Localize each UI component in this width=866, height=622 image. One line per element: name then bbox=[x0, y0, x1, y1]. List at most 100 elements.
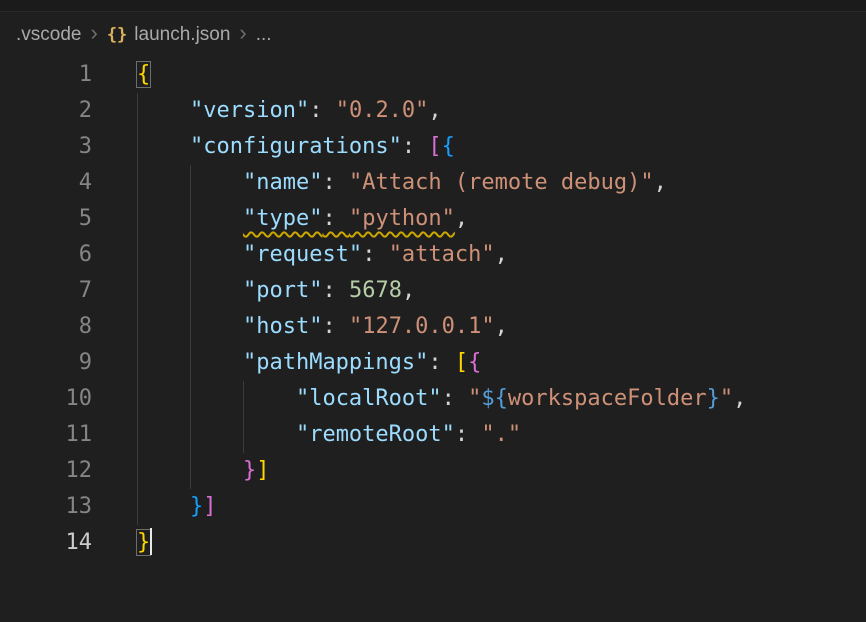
code-token: , bbox=[654, 170, 667, 195]
code-editor[interactable]: 1{2 "version": "0.2.0",3 "configurations… bbox=[0, 57, 866, 622]
breadcrumb-symbol[interactable]: ... bbox=[256, 24, 272, 46]
code-token: } bbox=[707, 386, 720, 411]
vscode-editor-window: .vscode › {} launch.json › ... 1{2 "vers… bbox=[0, 0, 866, 622]
code-token: "Attach (remote debug)" bbox=[349, 170, 654, 195]
line-number[interactable]: 8 bbox=[0, 309, 92, 345]
code-token: "attach" bbox=[389, 242, 495, 267]
line-number[interactable]: 13 bbox=[0, 489, 92, 525]
indent-guide bbox=[190, 165, 191, 201]
code-token: , bbox=[455, 206, 468, 231]
indent-guide bbox=[190, 453, 191, 489]
indent-guide bbox=[190, 309, 191, 345]
indent-guide bbox=[137, 345, 138, 381]
indent-guide bbox=[137, 165, 138, 201]
indent-guide bbox=[137, 129, 138, 165]
code-token: : bbox=[428, 350, 455, 375]
line-number[interactable]: 1 bbox=[0, 57, 92, 93]
code-token: 5678 bbox=[349, 278, 402, 303]
code-line-11[interactable]: 11 "remoteRoot": "." bbox=[0, 417, 866, 453]
code-line-10[interactable]: 10 "localRoot": "${workspaceFolder}", bbox=[0, 381, 866, 417]
code-token: : bbox=[322, 314, 349, 339]
code-token: "127.0.0.1" bbox=[349, 314, 495, 339]
code-line-4[interactable]: 4 "name": "Attach (remote debug)", bbox=[0, 165, 866, 201]
code-line-content[interactable]: "version": "0.2.0", bbox=[137, 93, 442, 129]
code-token bbox=[137, 134, 190, 159]
code-token: ${ bbox=[481, 386, 508, 411]
code-line-content[interactable]: } bbox=[137, 525, 152, 561]
code-line-content[interactable]: }] bbox=[137, 489, 216, 525]
line-number[interactable]: 4 bbox=[0, 165, 92, 201]
code-line-1[interactable]: 1{ bbox=[0, 57, 866, 93]
code-token: : bbox=[402, 134, 429, 159]
line-number[interactable]: 10 bbox=[0, 381, 92, 417]
line-number[interactable]: 6 bbox=[0, 237, 92, 273]
code-token: [ bbox=[455, 350, 468, 375]
chevron-right-icon: › bbox=[88, 22, 99, 48]
code-token: { bbox=[468, 350, 481, 375]
breadcrumb: .vscode › {} launch.json › ... bbox=[0, 12, 866, 57]
code-token: "version" bbox=[190, 98, 309, 123]
line-number[interactable]: 2 bbox=[0, 93, 92, 129]
indent-guide bbox=[137, 417, 138, 453]
code-line-8[interactable]: 8 "host": "127.0.0.1", bbox=[0, 309, 866, 345]
code-line-content[interactable]: "configurations": [{ bbox=[137, 129, 455, 165]
code-token: "configurations" bbox=[190, 134, 402, 159]
indent-guide bbox=[137, 453, 138, 489]
line-number[interactable]: 12 bbox=[0, 453, 92, 489]
indent-guide bbox=[243, 381, 244, 417]
code-token bbox=[137, 98, 190, 123]
code-token: { bbox=[137, 62, 150, 87]
code-token: "localRoot" bbox=[296, 386, 442, 411]
code-line-content[interactable]: "host": "127.0.0.1", bbox=[137, 309, 508, 345]
breadcrumb-folder[interactable]: .vscode bbox=[16, 24, 81, 46]
code-token: } bbox=[137, 530, 150, 555]
code-line-13[interactable]: 13 }] bbox=[0, 489, 866, 525]
code-token: "." bbox=[481, 422, 521, 447]
code-line-content[interactable]: }] bbox=[137, 453, 269, 489]
code-token: : bbox=[309, 98, 336, 123]
code-token: "remoteRoot" bbox=[296, 422, 455, 447]
code-line-3[interactable]: 3 "configurations": [{ bbox=[0, 129, 866, 165]
code-line-content[interactable]: "localRoot": "${workspaceFolder}", bbox=[137, 381, 746, 417]
code-token: : bbox=[322, 206, 349, 231]
line-number[interactable]: 7 bbox=[0, 273, 92, 309]
code-token: workspaceFolder bbox=[508, 386, 707, 411]
code-line-6[interactable]: 6 "request": "attach", bbox=[0, 237, 866, 273]
indent-guide bbox=[190, 417, 191, 453]
code-line-content[interactable]: "type": "python", bbox=[137, 201, 468, 237]
line-number[interactable]: 9 bbox=[0, 345, 92, 381]
code-line-5[interactable]: 5 "type": "python", bbox=[0, 201, 866, 237]
code-line-content[interactable]: "remoteRoot": "." bbox=[137, 417, 521, 453]
code-line-2[interactable]: 2 "version": "0.2.0", bbox=[0, 93, 866, 129]
code-line-content[interactable]: "name": "Attach (remote debug)", bbox=[137, 165, 667, 201]
code-line-content[interactable]: "pathMappings": [{ bbox=[137, 345, 481, 381]
code-token: } bbox=[243, 458, 256, 483]
code-token: " bbox=[468, 386, 481, 411]
code-line-content[interactable]: { bbox=[137, 57, 150, 93]
code-token: "python" bbox=[349, 206, 455, 231]
line-number[interactable]: 14 bbox=[0, 525, 92, 561]
line-number[interactable]: 5 bbox=[0, 201, 92, 237]
code-token: "name" bbox=[243, 170, 322, 195]
indent-guide bbox=[243, 417, 244, 453]
line-number[interactable]: 11 bbox=[0, 417, 92, 453]
indent-guide bbox=[137, 489, 138, 525]
code-token: , bbox=[495, 242, 508, 267]
code-line-content[interactable]: "port": 5678, bbox=[137, 273, 415, 309]
breadcrumb-file[interactable]: launch.json bbox=[134, 24, 230, 46]
code-token: "host" bbox=[243, 314, 322, 339]
code-line-12[interactable]: 12 }] bbox=[0, 453, 866, 489]
code-line-7[interactable]: 7 "port": 5678, bbox=[0, 273, 866, 309]
code-token: "0.2.0" bbox=[336, 98, 429, 123]
line-number[interactable]: 3 bbox=[0, 129, 92, 165]
code-line-9[interactable]: 9 "pathMappings": [{ bbox=[0, 345, 866, 381]
indent-guide bbox=[190, 201, 191, 237]
code-token bbox=[137, 422, 296, 447]
code-line-content[interactable]: "request": "attach", bbox=[137, 237, 508, 273]
chevron-right-icon: › bbox=[237, 22, 248, 48]
indent-guide bbox=[137, 201, 138, 237]
indent-guide bbox=[137, 93, 138, 129]
code-token: ] bbox=[256, 458, 269, 483]
code-token: , bbox=[402, 278, 415, 303]
code-line-14[interactable]: 14} bbox=[0, 525, 866, 561]
